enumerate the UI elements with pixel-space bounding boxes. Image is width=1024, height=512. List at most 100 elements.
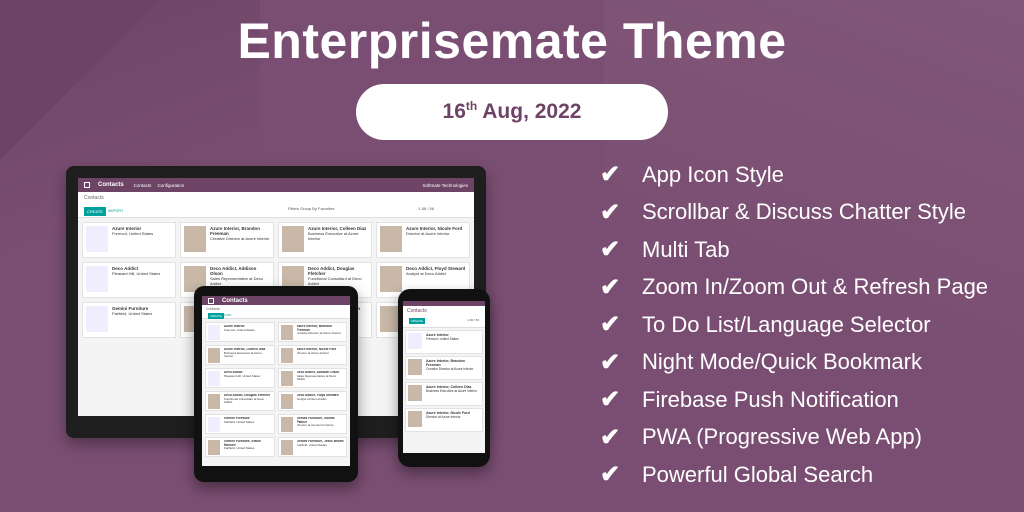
contact-line: Director at Azure Interior — [296, 350, 330, 355]
contact-line: Business Executive at Azure Interior — [308, 231, 359, 241]
contact-text: Azure Interior, Brandon Freeman Creative … — [426, 359, 480, 377]
contact-line: Analyst at Deco Addict — [296, 396, 327, 401]
contact-line: Pleasant Hill, United States — [224, 373, 261, 378]
contact-text: Azure Interior Fremont, United States — [426, 333, 459, 351]
contact-avatar — [408, 385, 422, 401]
contact-line: Functional Consultant at Deco Addict — [308, 276, 362, 286]
apps-grid-icon — [84, 182, 90, 188]
contact-line: Analyst at Deco Addict — [406, 271, 447, 276]
feature-label: Powerful Global Search — [642, 461, 874, 487]
contact-text: Gemini Furniture, Soham PalmerDirector a… — [297, 417, 345, 431]
contact-card: Gemini Furniture Fairfield, United States — [82, 302, 176, 338]
check-icon: ✔ — [600, 461, 621, 489]
contact-avatar — [280, 440, 293, 455]
contact-avatar — [208, 348, 220, 363]
contact-text: Deco Addict Pleasant Hill, United States — [112, 266, 160, 294]
import-button: IMPORT — [220, 313, 232, 317]
pager: 1-56 / 56 — [467, 318, 479, 322]
contact-card: Gemini Furniture, Edwin HansenFairfield,… — [205, 437, 275, 457]
feature-label: Scrollbar & Discuss Chatter Style — [642, 199, 966, 225]
contact-card: Gemini Furniture Fairfield, United States — [205, 414, 275, 434]
contact-avatar — [282, 226, 304, 252]
phone-mockup: Contacts CREATE 1-56 / 56 Azure Interior… — [398, 289, 490, 467]
check-icon: ✔ — [600, 161, 621, 189]
contact-card: Deco Addict Pleasant Hill, United States — [205, 368, 275, 388]
feature-item: ✔ To Do List/Language Selector — [600, 306, 1020, 344]
contact-line: Fremont, United States — [426, 337, 459, 341]
contact-text: Azure Interior, Colleen Diaz Business Exe… — [224, 348, 272, 362]
contact-text: Azure Interior Fremont, United States — [224, 325, 255, 339]
contact-text: Deco Addict, Addison Olson Sales Represen… — [297, 371, 345, 385]
contact-card: Azure Interior, Colleen Diaz Business Exe… — [205, 345, 275, 365]
contact-name: Azure Interior, Brandon Freeman — [426, 359, 465, 367]
contact-card: Azure Interior Fremont, United States — [205, 322, 275, 342]
contact-avatar — [208, 325, 220, 340]
contact-text: Gemini Furniture Fairfield, United States — [224, 417, 254, 431]
contact-text: Gemini Furniture, Edwin HansenFairfield,… — [224, 440, 272, 454]
menu-item: Configuration — [157, 182, 185, 188]
contact-avatar — [86, 306, 108, 332]
feature-list: ✔ App Icon Style ✔ Scrollbar & Discuss Cha… — [600, 156, 1020, 494]
check-icon: ✔ — [600, 386, 621, 414]
date-day: 16 — [442, 100, 466, 123]
control-panel: Contacts CREATE IMPORT — [202, 305, 350, 319]
date-rest: Aug, 2022 — [477, 100, 582, 123]
phone-screen: Contacts CREATE 1-56 / 56 Azure Interior… — [403, 301, 485, 453]
contact-avatar — [280, 417, 293, 432]
feature-item: ✔ Firebase Push Notification — [600, 381, 1020, 419]
contact-text: Azure Interior, Brandon Freeman Creative … — [210, 226, 270, 254]
control-panel: Contacts CREATE 1-56 / 56 — [403, 306, 485, 328]
contact-line: Business Executive at Azure Interior — [426, 389, 478, 393]
apps-grid-icon — [208, 297, 214, 304]
feature-label: Zoom In/Zoom Out & Refresh Page — [642, 274, 989, 300]
contact-avatar — [380, 226, 402, 252]
contact-line: Fremont, United States — [224, 327, 255, 332]
contact-avatar — [408, 411, 422, 427]
contact-line: Fairfield, United States — [224, 419, 255, 424]
contact-avatar — [208, 371, 220, 386]
contact-line: Functional Consultant at Deco Addict — [224, 396, 265, 404]
feature-item: ✔ PWA (Progressive Web App) — [600, 419, 1020, 457]
tablet-screen: Contacts Contacts CREATE IMPORT Azure In… — [202, 296, 350, 466]
kanban-cards: Azure Interior Fremont, United States Azur… — [202, 319, 350, 460]
feature-label: To Do List/Language Selector — [642, 311, 931, 337]
contact-avatar — [280, 348, 293, 363]
contact-card: Azure Interior Fremont, United States — [405, 330, 483, 354]
contact-line: Director at Gemini Furniture — [296, 423, 334, 427]
contact-card: Gemini Furniture, Soham PalmerDirector a… — [277, 414, 347, 434]
contact-avatar — [86, 226, 108, 252]
contact-line: Business Executive at Azure Interior — [224, 350, 262, 358]
contact-avatar — [208, 417, 220, 432]
contact-avatar — [208, 440, 220, 455]
contact-line: Fairfield, United States — [296, 442, 327, 447]
contact-card: Azure Interior, Brandon Freeman Creative … — [405, 356, 483, 380]
contact-avatar — [408, 359, 422, 375]
app-navbar: Contacts — [202, 296, 350, 305]
contact-text: Deco Addict, Douglas Fletcher Functional … — [224, 394, 272, 408]
contact-text: Azure Interior Fremont, United States — [112, 226, 153, 254]
contact-avatar — [280, 325, 293, 340]
filter-bar: Filters Group By Favorites — [288, 206, 335, 211]
feature-label: Multi Tab — [642, 236, 730, 262]
contact-avatar — [86, 266, 108, 292]
contact-card: Deco Addict, Douglas Fletcher Functional … — [205, 391, 275, 411]
check-icon: ✔ — [600, 423, 621, 451]
check-icon: ✔ — [600, 198, 621, 226]
feature-item: ✔ Multi Tab — [600, 231, 1020, 269]
contact-text: Deco Addict, Floyd Steward Analyst at Dec… — [297, 394, 339, 408]
check-icon: ✔ — [600, 236, 621, 264]
contact-line: Sales Representative at Deco Addict — [296, 373, 337, 381]
create-button: CREATE — [84, 207, 106, 216]
feature-item: ✔ Night Mode/Quick Bookmark — [600, 344, 1020, 382]
contact-card: Azure Interior, Brandon Freeman Creative … — [277, 322, 347, 342]
contact-text: Gemini Furniture Fairfield, United States — [112, 306, 152, 334]
contact-text: Azure Interior, Colleen Diaz Business Exe… — [426, 385, 477, 403]
contact-text: Azure Interior, Nicole Ford Director at A… — [406, 226, 462, 254]
contact-card: Azure Interior, Colleen Diaz Business Exe… — [278, 222, 372, 258]
company-switcher: Softmate Technologies — [422, 182, 468, 188]
tablet-mockup: Contacts Contacts CREATE IMPORT Azure In… — [194, 286, 358, 482]
contact-line: Fairfield, United States — [112, 311, 153, 316]
date-badge: 16th Aug, 2022 — [356, 84, 668, 140]
contact-avatar — [208, 394, 220, 409]
contact-card: Gemini Furniture, Jesse BrownFairfield, … — [277, 437, 347, 457]
